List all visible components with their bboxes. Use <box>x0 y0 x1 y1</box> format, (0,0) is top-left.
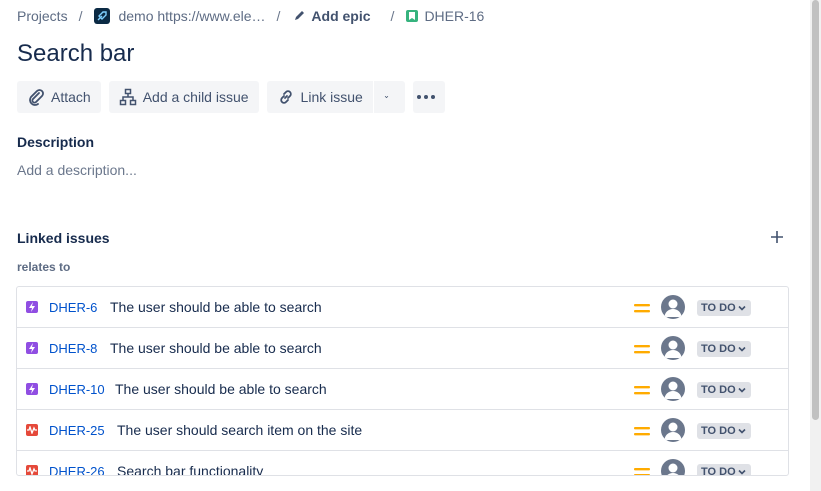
linked-issue-row[interactable]: DHER-6 The user should be able to search… <box>17 287 788 328</box>
breadcrumb-issue-key: DHER-16 <box>424 8 485 24</box>
add-epic-button[interactable]: Add epic <box>292 8 371 24</box>
issue-summary[interactable]: The user should search item on the site <box>117 422 362 438</box>
issue-key[interactable]: DHER-10 <box>49 382 105 397</box>
chevron-down-icon <box>738 387 746 393</box>
attach-label: Attach <box>51 89 91 105</box>
epic-lightning-icon <box>26 383 38 395</box>
add-child-issue-button[interactable]: Add a child issue <box>108 81 259 113</box>
more-actions-button[interactable] <box>412 81 445 113</box>
status-label: TO DO <box>701 384 736 396</box>
story-icon <box>406 10 419 22</box>
breadcrumb: Projects / demo https://www.ele… / Add e… <box>17 6 484 26</box>
more-icon <box>416 95 435 99</box>
issue-summary[interactable]: The user should be able to search <box>110 340 322 356</box>
assignee-avatar-icon[interactable] <box>661 336 685 360</box>
status-dropdown[interactable]: TO DO <box>697 341 751 357</box>
linked-issue-row[interactable]: DHER-8 The user should be able to search… <box>17 328 788 369</box>
linked-issue-row[interactable]: DHER-25 The user should search item on t… <box>17 410 788 451</box>
issue-summary[interactable]: Search bar functionality <box>117 463 263 475</box>
priority-medium-icon <box>634 304 650 313</box>
assignee-avatar-icon[interactable] <box>661 377 685 401</box>
linked-issue-row[interactable]: DHER-10 The user should be able to searc… <box>17 369 788 410</box>
add-epic-label: Add epic <box>311 8 371 24</box>
description-field[interactable]: Add a description... <box>17 162 137 178</box>
status-dropdown[interactable]: TO DO <box>697 423 751 439</box>
hierarchy-icon <box>119 88 136 106</box>
status-label: TO DO <box>701 302 736 314</box>
bug-icon <box>26 465 38 475</box>
linked-issues-heading: Linked issues <box>17 230 110 246</box>
assignee-avatar-icon[interactable] <box>661 295 685 319</box>
status-dropdown[interactable]: TO DO <box>697 464 751 476</box>
chevron-down-icon <box>738 346 746 352</box>
assignee-avatar-icon[interactable] <box>661 459 685 475</box>
priority-medium-icon <box>634 345 650 354</box>
page-title[interactable]: Search bar <box>17 40 134 68</box>
plus-icon[interactable] <box>768 228 786 246</box>
chevron-down-icon <box>384 96 388 99</box>
issue-key[interactable]: DHER-25 <box>49 423 105 438</box>
attach-button[interactable]: Attach <box>17 81 101 113</box>
breadcrumb-issue[interactable]: DHER-16 <box>406 8 484 24</box>
priority-medium-icon <box>634 427 650 436</box>
linked-issue-row[interactable]: DHER-26 Search bar functionality TO DO <box>17 451 788 476</box>
epic-lightning-icon <box>26 301 38 313</box>
epic-lightning-icon <box>26 342 38 354</box>
chevron-down-icon <box>738 428 746 434</box>
breadcrumb-separator: / <box>390 8 395 24</box>
link-issue-dropdown-button[interactable] <box>372 81 405 113</box>
assignee-avatar-icon[interactable] <box>661 418 685 442</box>
status-label: TO DO <box>701 425 736 437</box>
issue-key[interactable]: DHER-8 <box>49 341 97 356</box>
link-issue-label: Link issue <box>300 89 363 105</box>
rocket-icon <box>94 8 111 24</box>
issue-key[interactable]: DHER-6 <box>49 300 97 315</box>
page-scrollbar[interactable] <box>810 0 821 491</box>
issue-summary[interactable]: The user should be able to search <box>115 381 327 397</box>
link-icon <box>279 90 292 104</box>
issue-summary[interactable]: The user should be able to search <box>110 299 322 315</box>
status-label: TO DO <box>701 343 736 355</box>
issue-key[interactable]: DHER-26 <box>49 464 105 475</box>
issue-toolbar: Attach Add a child issue Link issue <box>17 81 453 113</box>
add-child-issue-label: Add a child issue <box>142 89 249 105</box>
breadcrumb-project-label: demo https://www.ele… <box>118 8 266 24</box>
bug-icon <box>26 424 38 436</box>
status-dropdown[interactable]: TO DO <box>697 300 751 316</box>
chevron-down-icon <box>738 469 746 475</box>
linked-issues-list: DHER-6 The user should be able to search… <box>16 286 789 476</box>
scrollbar-thumb[interactable] <box>812 0 819 420</box>
paperclip-icon <box>29 89 44 106</box>
status-label: TO DO <box>701 466 736 476</box>
status-dropdown[interactable]: TO DO <box>697 382 751 398</box>
priority-medium-icon <box>634 468 650 475</box>
relation-label: relates to <box>17 260 71 274</box>
description-heading: Description <box>17 134 95 150</box>
pencil-icon <box>295 11 305 20</box>
link-issue-button[interactable]: Link issue <box>266 81 373 113</box>
link-issue-group: Link issue <box>266 81 405 113</box>
breadcrumb-separator: / <box>78 8 83 24</box>
breadcrumb-separator: / <box>276 8 281 24</box>
chevron-down-icon <box>738 305 746 311</box>
priority-medium-icon <box>634 386 650 395</box>
breadcrumb-projects[interactable]: Projects <box>17 8 68 24</box>
breadcrumb-project[interactable]: demo https://www.ele… <box>94 8 266 24</box>
